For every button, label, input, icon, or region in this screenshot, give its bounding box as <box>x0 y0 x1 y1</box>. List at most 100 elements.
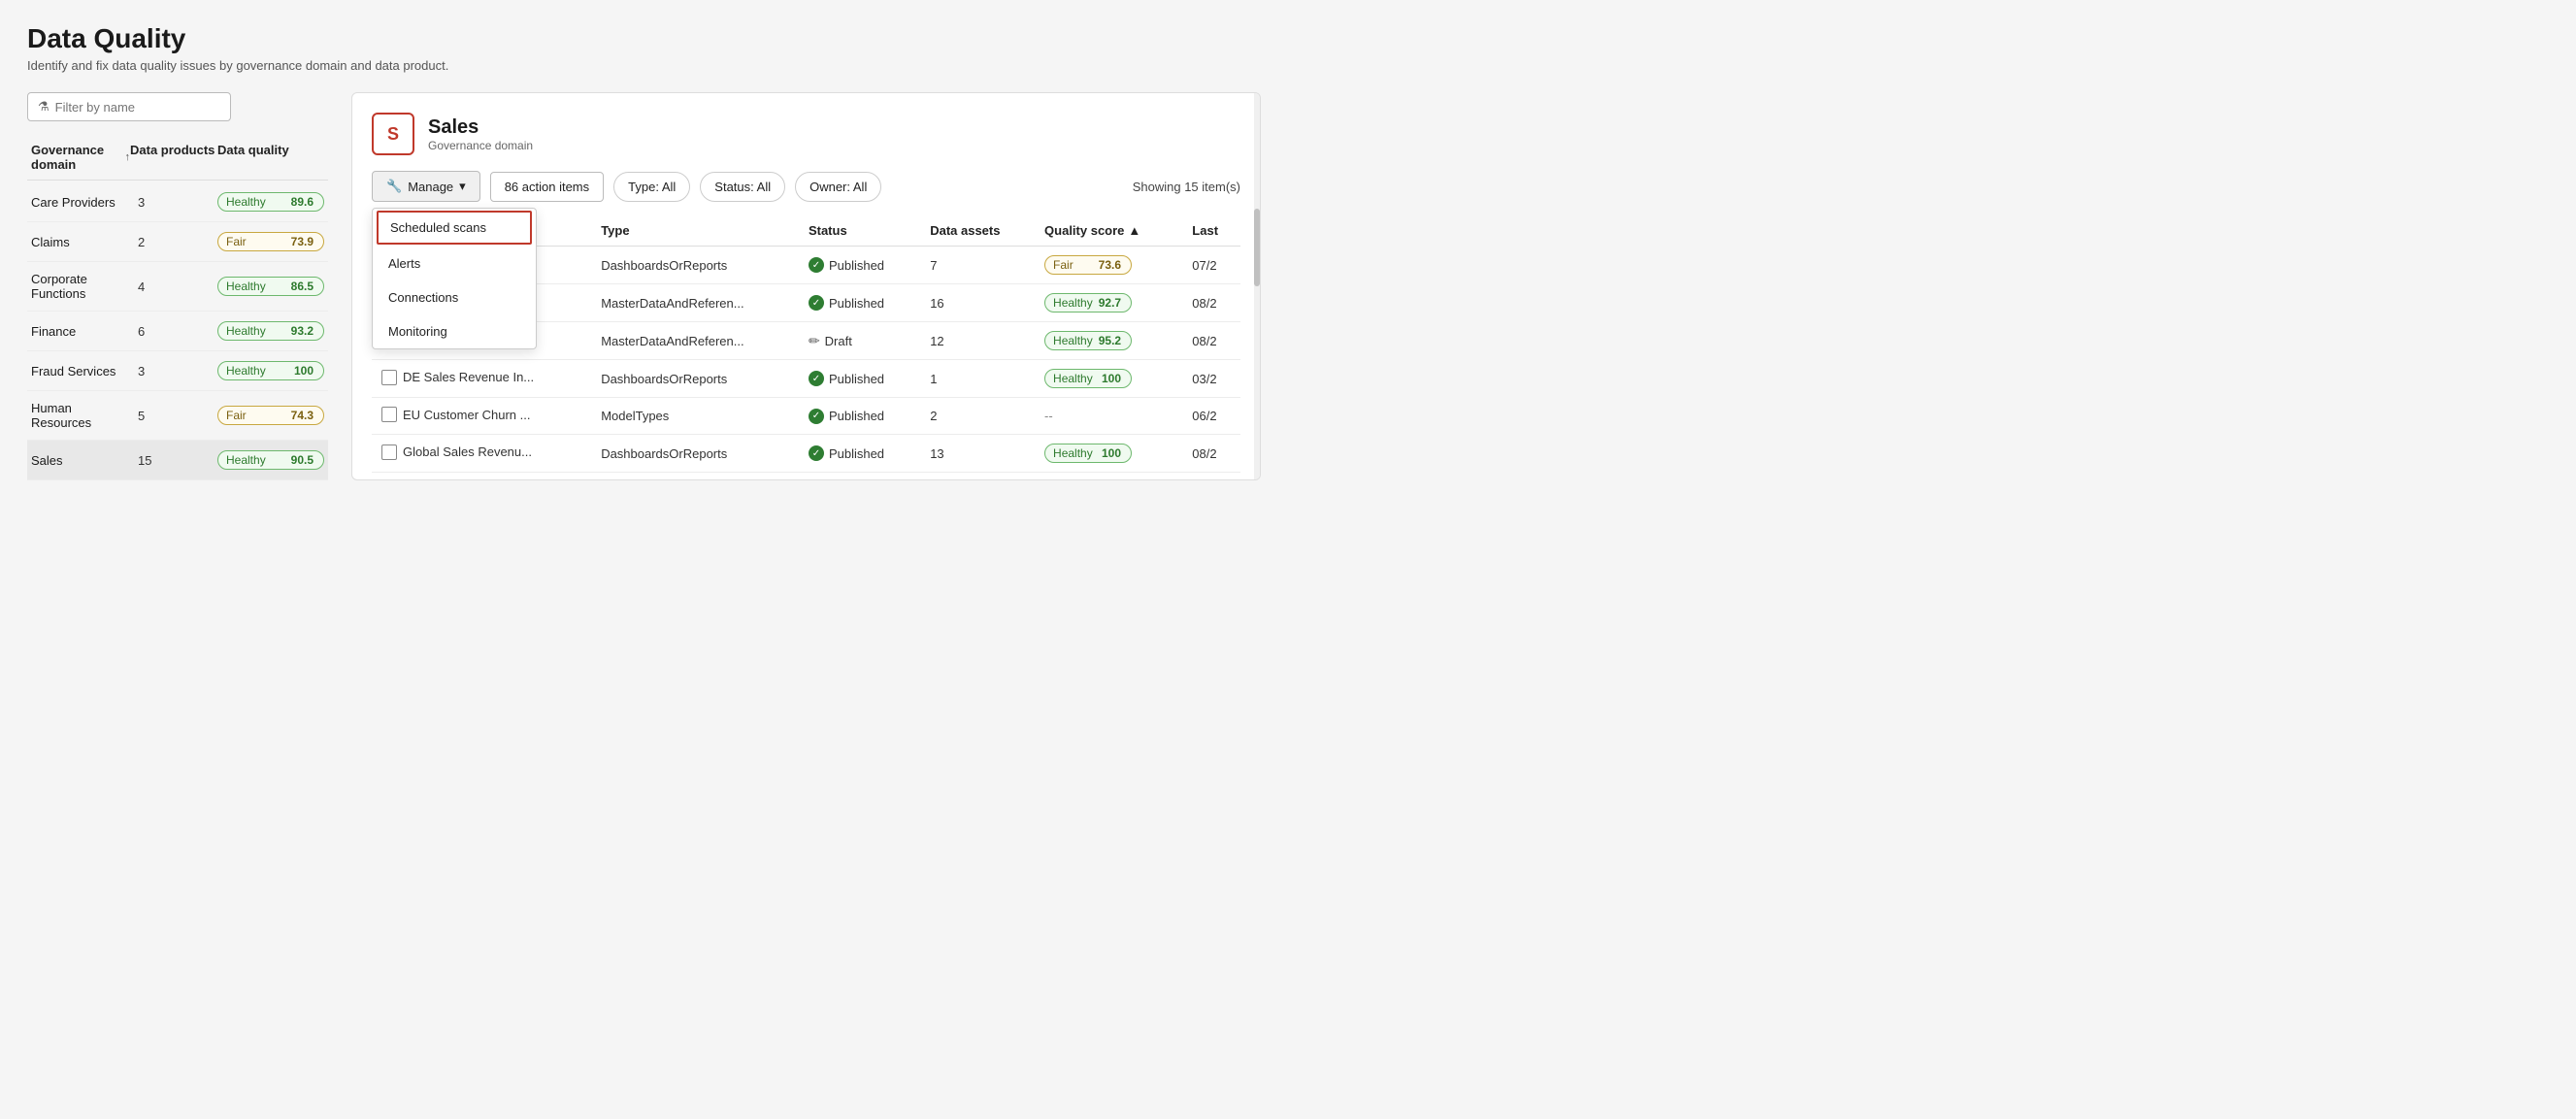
domain-row[interactable]: Corporate Functions 4 Healthy 86.5 <box>27 262 328 312</box>
quality-badge: Healthy 100 <box>217 361 324 380</box>
owner-filter-button[interactable]: Owner: All <box>795 172 881 202</box>
manage-button[interactable]: 🔧 Manage ▾ <box>372 171 480 202</box>
row-last: 03/2 <box>1182 360 1240 398</box>
status-filter-button[interactable]: Status: All <box>700 172 785 202</box>
col-header-quality: Data quality <box>217 143 324 172</box>
published-icon: ✓ <box>809 371 824 386</box>
row-status: ✓ Published <box>799 247 920 284</box>
row-last: 08/2 <box>1182 435 1240 473</box>
row-last: 08/2 <box>1182 322 1240 360</box>
row-status: ✓ Published <box>799 398 920 435</box>
row-quality-score: Healthy 92.7 <box>1035 284 1182 322</box>
dropdown-item-scheduled-scans[interactable]: Scheduled scans <box>377 211 532 245</box>
row-quality-score: Fair 73.6 <box>1035 247 1182 284</box>
row-products: 6 <box>130 324 217 339</box>
row-assets: 16 <box>920 284 1035 322</box>
filter-input-wrap[interactable]: ⚗ <box>27 92 231 121</box>
domain-row[interactable]: Fraud Services 3 Healthy 100 <box>27 351 328 391</box>
row-products: 4 <box>130 280 217 294</box>
col-header-products: Data products <box>130 143 217 172</box>
draft-icon: ✏ <box>809 333 820 349</box>
row-domain-name: Finance <box>31 324 130 339</box>
th-last: Last <box>1182 215 1240 247</box>
published-icon: ✓ <box>809 445 824 461</box>
th-status: Status <box>799 215 920 247</box>
domain-table-header: Governance domain ↑ Data products Data q… <box>27 135 328 181</box>
domain-row[interactable]: Claims 2 Fair 73.9 <box>27 222 328 262</box>
domain-row[interactable]: Human Resources 5 Fair 74.3 <box>27 391 328 441</box>
table-row[interactable]: EU Customer Churn ... ModelTypes ✓ Publi… <box>372 398 1240 435</box>
status-published: ✓ Published <box>809 371 910 386</box>
chevron-down-icon: ▾ <box>459 179 466 194</box>
row-type: DashboardsOrReports <box>591 360 799 398</box>
domain-header: S Sales Governance domain <box>372 113 1240 155</box>
type-filter-button[interactable]: Type: All <box>613 172 690 202</box>
wrench-icon: 🔧 <box>386 179 402 194</box>
row-assets: 2 <box>920 398 1035 435</box>
right-panel: S Sales Governance domain 🔧 Manage ▾ Sch… <box>351 92 1261 480</box>
quality-badge: Healthy 86.5 <box>217 277 324 296</box>
table-row[interactable]: DE Sales Revenue In... DashboardsOrRepor… <box>372 360 1240 398</box>
domain-row[interactable]: Sales 15 Healthy 90.5 <box>27 441 328 480</box>
page-title: Data Quality <box>27 23 1261 54</box>
row-name: EU Customer Churn ... <box>372 398 591 435</box>
row-type: DashboardsOrReports <box>591 435 799 473</box>
row-quality-score: -- <box>1035 398 1182 435</box>
published-icon: ✓ <box>809 295 824 311</box>
row-quality-score: Healthy 95.2 <box>1035 322 1182 360</box>
row-type: ModelTypes <box>591 398 799 435</box>
dropdown-item-connections[interactable]: Connections <box>373 280 536 314</box>
toolbar: 🔧 Manage ▾ Scheduled scans Alerts Connec… <box>372 171 1240 202</box>
table-row[interactable]: Global Sales Revenu... DashboardsOrRepor… <box>372 435 1240 473</box>
row-last: 07/2 <box>1182 247 1240 284</box>
status-draft: ✏ Draft <box>809 333 910 349</box>
row-assets: 1 <box>920 360 1035 398</box>
published-icon: ✓ <box>809 409 824 424</box>
row-domain-name: Corporate Functions <box>31 272 130 301</box>
product-icon <box>381 407 397 422</box>
row-status: ✓ Published <box>799 360 920 398</box>
domain-row[interactable]: Finance 6 Healthy 93.2 <box>27 312 328 351</box>
row-products: 2 <box>130 235 217 249</box>
scrollbar-thumb[interactable] <box>1254 209 1260 286</box>
quality-badge: Healthy 93.2 <box>217 321 324 341</box>
row-quality-score: Healthy 100 <box>1035 360 1182 398</box>
status-published: ✓ Published <box>809 295 910 311</box>
status-published: ✓ Published <box>809 257 910 273</box>
row-products: 3 <box>130 364 217 378</box>
row-assets: 7 <box>920 247 1035 284</box>
row-products: 15 <box>130 453 217 468</box>
product-icon <box>381 444 397 460</box>
filter-input[interactable] <box>55 100 220 115</box>
domain-table-body: Care Providers 3 Healthy 89.6 Claims 2 F… <box>27 182 328 480</box>
status-published: ✓ Published <box>809 409 910 424</box>
action-items-button[interactable]: 86 action items <box>490 172 604 202</box>
page-subtitle: Identify and fix data quality issues by … <box>27 58 1261 73</box>
domain-name: Sales <box>428 116 533 139</box>
quality-badge: Healthy 89.6 <box>217 192 324 212</box>
row-type: MasterDataAndReferen... <box>591 322 799 360</box>
row-status: ✓ Published <box>799 284 920 322</box>
th-assets: Data assets <box>920 215 1035 247</box>
row-assets: 12 <box>920 322 1035 360</box>
row-status: ✏ Draft <box>799 322 920 360</box>
domain-type: Governance domain <box>428 139 533 152</box>
row-domain-name: Care Providers <box>31 195 130 210</box>
domain-info: Sales Governance domain <box>428 116 533 152</box>
row-name: Global Sales Revenu... <box>372 435 591 473</box>
row-products: 5 <box>130 409 217 423</box>
page-container: Data Quality Identify and fix data quali… <box>0 0 1288 559</box>
manage-dropdown: Scheduled scans Alerts Connections Monit… <box>372 208 537 349</box>
row-name: DE Sales Revenue In... <box>372 360 591 398</box>
status-published: ✓ Published <box>809 445 910 461</box>
domain-row[interactable]: Care Providers 3 Healthy 89.6 <box>27 182 328 222</box>
dropdown-item-monitoring[interactable]: Monitoring <box>373 314 536 348</box>
th-type: Type <box>591 215 799 247</box>
main-layout: ⚗ Governance domain ↑ Data products Data… <box>27 92 1261 480</box>
published-icon: ✓ <box>809 257 824 273</box>
dropdown-item-alerts[interactable]: Alerts <box>373 247 536 280</box>
th-quality[interactable]: Quality score ▲ <box>1035 215 1182 247</box>
domain-icon: S <box>372 113 414 155</box>
quality-badge: Healthy 92.7 <box>1044 293 1132 313</box>
row-domain-name: Sales <box>31 453 130 468</box>
